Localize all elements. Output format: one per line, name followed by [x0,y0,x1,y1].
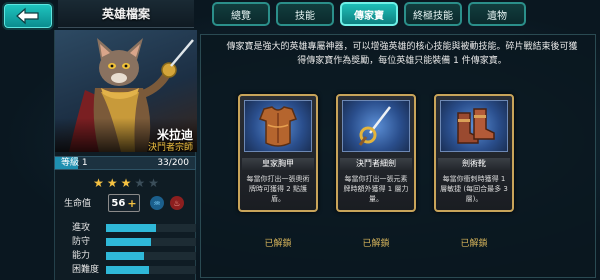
stat-label: 能力 [72,251,91,261]
health-value: 56 [111,197,126,209]
heirloom-card-breastplate[interactable]: 皇家胸甲 每當你打出一張奧術牌時可獲得 2 點護盾。 [238,94,318,212]
star-icon: ★ [120,176,132,190]
star-icon: ★ [106,176,118,190]
star-rating: ★ ★ ★ ★ ★ [66,176,186,190]
boots-icon [457,108,495,144]
stat-label: 防守 [72,237,91,247]
card-status-unlocked: 已解鎖 [264,239,292,249]
health-label: 生命值 [64,199,92,209]
back-arrow-icon [16,7,39,25]
tab-relics[interactable]: 遺物 [468,2,526,26]
card-name: 皇家胸甲 [242,158,314,170]
heirloom-card-boots[interactable]: 劍術靴 每當你衝刺時獲得 1 層敏捷 (每回合最多 3 層)。 [434,94,514,212]
tab-ultimate[interactable]: 終極技能 [404,2,462,26]
stat-track [106,252,196,260]
card-description: 每當你打出一張奧術牌時可獲得 2 點護盾。 [246,175,310,203]
hero-portrait: 米拉迪 決鬥者宗師 [55,30,197,152]
card-art [244,100,312,152]
stat-fill [106,252,144,260]
tab-skills[interactable]: 技能 [276,2,334,26]
star-icon: ★ [134,176,146,190]
stat-label: 進攻 [72,223,91,233]
card-name: 劍術靴 [438,158,510,170]
health-row: 生命值 56 + ♒ ♨ [54,192,196,214]
tab-heirloom[interactable]: 傳家寶 [340,2,398,26]
level-value: 33/200 [157,158,189,168]
page-title: 英雄檔案 [58,0,194,28]
breastplate-icon [259,106,297,147]
plus-icon: + [127,196,137,210]
stat-row-attack: 進攻 [54,222,196,234]
level-label: 等級 1 [61,158,88,168]
card-description: 每當你打出一張元素牌時額外獲得 1 層力量。 [343,175,409,203]
star-icon: ★ [148,176,159,190]
stat-row-difficulty: 困難度 [54,264,196,276]
card-status-unlocked: 已解鎖 [362,239,390,249]
hero-title: 決鬥者宗師 [147,143,193,152]
back-button[interactable] [2,2,54,30]
card-name: 決鬥者細劍 [340,158,412,170]
stat-track [106,238,196,246]
stat-fill [106,224,156,232]
health-value-box: 56 + [108,194,140,212]
card-description: 每當你衝刺時獲得 1 層敏捷 (每回合最多 3 層)。 [440,175,508,203]
water-element-icon[interactable]: ♒ [150,196,164,210]
rapier-icon [358,106,391,146]
heirloom-card-rapier[interactable]: 決鬥者細劍 每當你打出一張元素牌時額外獲得 1 層力量。 [336,94,416,212]
stat-fill [106,238,151,246]
stat-row-ability: 能力 [54,250,196,262]
stat-row-defense: 防守 [54,236,196,248]
tab-bar: 總覽 技能 傳家寶 終極技能 遺物 [212,2,526,30]
stat-track [106,266,196,274]
heirloom-description: 傳家寶是強大的英雄專屬神器，可以增強英雄的核心技能與被動技能。碎片戰結束後可獲得… [226,42,578,66]
card-art [342,100,410,152]
fire-element-icon[interactable]: ♨ [170,196,184,210]
stat-track [106,224,196,232]
stat-label: 困難度 [72,265,100,275]
level-bar: 等級 1 33/200 [54,156,196,170]
star-icon: ★ [93,176,104,190]
card-art [440,100,508,152]
stat-fill [106,266,150,274]
card-status-unlocked: 已解鎖 [460,239,488,249]
tab-overview[interactable]: 總覽 [212,2,270,26]
